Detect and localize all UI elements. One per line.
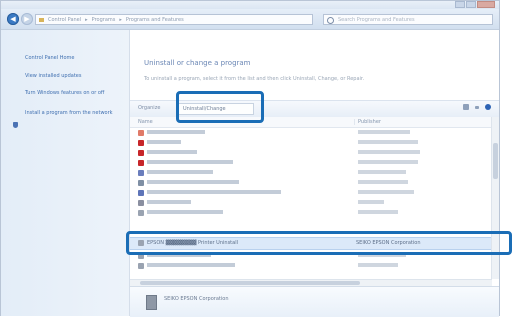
breadcrumb-control-panel[interactable]: Control Panel	[48, 17, 81, 23]
title-bar	[1, 1, 499, 9]
navigation-bar: ◀ ▶ Control Panel ▸ Programs ▸ Programs …	[1, 9, 499, 30]
program-icon	[138, 130, 144, 136]
program-icon	[138, 170, 144, 176]
program-details-icon	[146, 295, 157, 310]
organize-button[interactable]: Organize	[138, 105, 160, 111]
table-row[interactable]	[130, 198, 492, 208]
folder-icon	[39, 17, 44, 22]
breadcrumb-programs-and-features[interactable]: Programs and Features	[126, 17, 184, 23]
table-row[interactable]	[130, 168, 492, 178]
details-publisher: SEIKO EPSON Corporation	[164, 296, 229, 302]
program-icon	[138, 210, 144, 216]
program-icon	[138, 190, 144, 196]
search-placeholder: Search Programs and Features	[338, 16, 415, 23]
forward-button[interactable]: ▶	[21, 13, 33, 25]
sidebar-item-view-installed-updates[interactable]: View installed updates	[25, 73, 121, 79]
table-row[interactable]	[130, 158, 492, 168]
help-icon[interactable]	[485, 104, 491, 110]
program-icon	[138, 263, 144, 269]
breadcrumb-separator-icon: ▸	[85, 16, 88, 23]
minimize-button[interactable]	[455, 1, 465, 8]
column-header-name[interactable]: Name	[138, 119, 153, 125]
table-row[interactable]	[130, 148, 492, 158]
main-content: Uninstall or change a program To uninsta…	[130, 30, 499, 317]
view-controls	[463, 104, 491, 110]
horizontal-scrollbar[interactable]	[130, 279, 492, 286]
table-row[interactable]	[130, 188, 492, 198]
sidebar-item-control-panel-home[interactable]: Control Panel Home	[25, 55, 121, 61]
program-icon	[138, 200, 144, 206]
highlight-box-selected-program	[126, 231, 512, 255]
forward-arrow-icon: ▶	[24, 15, 30, 23]
close-button[interactable]	[477, 1, 495, 8]
sidebar-item-windows-features[interactable]: Turn Windows features on or off	[25, 90, 121, 96]
maximize-button[interactable]	[466, 1, 476, 8]
column-header-publisher[interactable]: Publisher	[354, 119, 381, 125]
table-row[interactable]	[130, 261, 492, 271]
back-arrow-icon: ◀	[10, 15, 16, 23]
window-controls	[454, 1, 495, 8]
sidebar-item-install-from-network[interactable]: Install a program from the network	[25, 110, 121, 116]
highlight-box-uninstall-change	[176, 91, 264, 123]
program-icon	[138, 160, 144, 166]
scrollbar-thumb[interactable]	[493, 143, 498, 179]
views-icon[interactable]	[463, 104, 469, 110]
sidebar: Control Panel Home View installed update…	[1, 30, 130, 316]
breadcrumb-separator-icon: ▸	[119, 16, 122, 23]
page-description: To uninstall a program, select it from t…	[144, 76, 365, 82]
page-title: Uninstall or change a program	[144, 59, 251, 67]
details-pane: SEIKO EPSON Corporation	[130, 286, 499, 317]
shield-icon	[13, 122, 18, 128]
table-row[interactable]	[130, 128, 492, 138]
program-icon	[138, 180, 144, 186]
chevron-down-icon[interactable]	[475, 105, 479, 109]
breadcrumb-programs[interactable]: Programs	[92, 17, 116, 23]
scrollbar-thumb[interactable]	[140, 281, 360, 285]
table-row[interactable]	[130, 178, 492, 188]
search-input[interactable]: Search Programs and Features	[323, 14, 493, 25]
address-bar[interactable]: Control Panel ▸ Programs ▸ Programs and …	[35, 14, 313, 25]
program-icon	[138, 150, 144, 156]
table-row[interactable]	[130, 138, 492, 148]
program-list	[130, 128, 492, 218]
table-row[interactable]	[130, 208, 492, 218]
programs-and-features-window: ◀ ▶ Control Panel ▸ Programs ▸ Programs …	[0, 0, 500, 317]
search-icon	[327, 17, 334, 24]
back-button[interactable]: ◀	[7, 13, 19, 25]
program-icon	[138, 140, 144, 146]
